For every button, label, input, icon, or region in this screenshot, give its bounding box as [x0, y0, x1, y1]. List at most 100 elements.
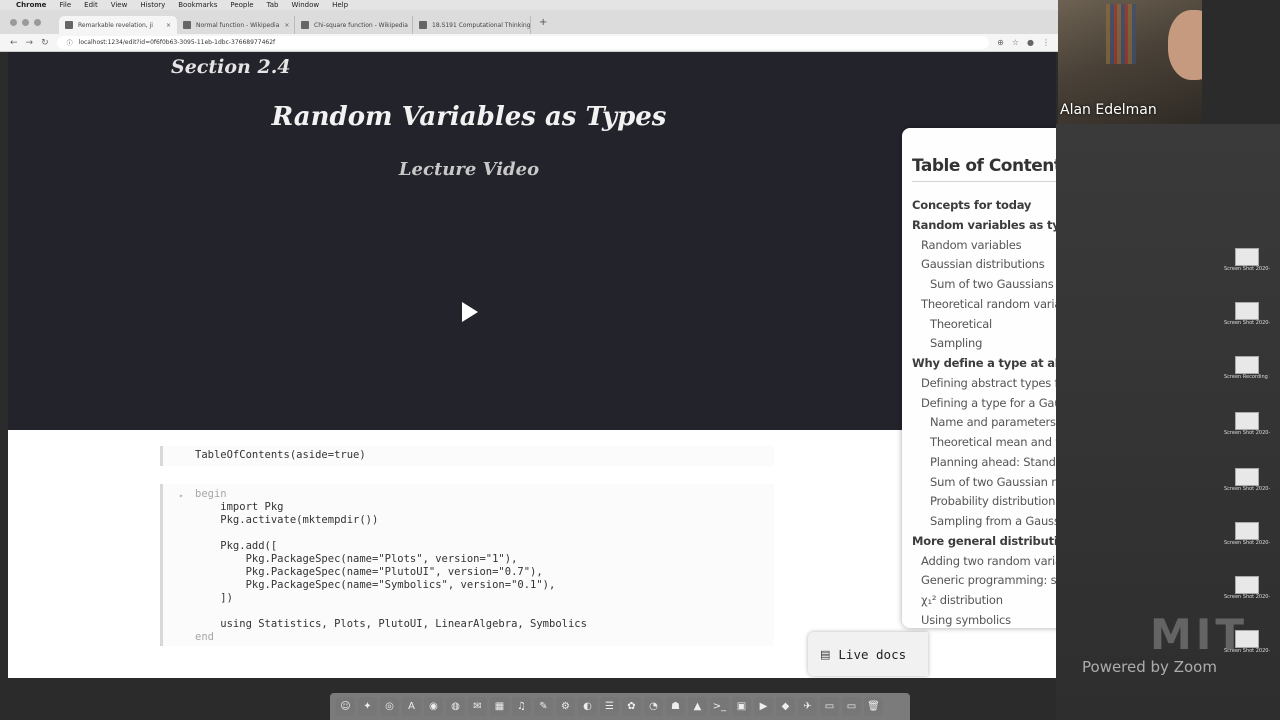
zoom-app-icon[interactable]: ▶: [754, 697, 773, 716]
webex-icon[interactable]: ◔: [644, 697, 663, 716]
folder-icon[interactable]: ▭: [842, 697, 861, 716]
menu-help[interactable]: Help: [332, 1, 348, 9]
new-tab-icon[interactable]: +: [539, 17, 547, 28]
tab-favicon: [183, 21, 191, 29]
code-line: using Statistics, Plots, PlutoUI, Linear…: [195, 618, 587, 630]
toc-item[interactable]: Theoretical: [930, 317, 992, 331]
menu-tab[interactable]: Tab: [267, 1, 279, 9]
safari-icon[interactable]: ◎: [380, 697, 399, 716]
file-caption: Screen Shot 2020-10...8.03 AM: [1224, 430, 1270, 436]
folder-icon[interactable]: ▭: [820, 697, 839, 716]
toc-item[interactable]: χ₁² distribution: [921, 593, 1003, 607]
menu-app-name[interactable]: Chrome: [16, 1, 46, 9]
desktop-file-icon[interactable]: Screen Shot 2020-10...8.24 AM: [1224, 302, 1270, 342]
live-docs-label: Live docs: [838, 646, 907, 662]
info-icon[interactable]: ⓘ: [67, 38, 73, 47]
code-line: begin: [195, 488, 227, 500]
toc-item[interactable]: Sum of two Gaussians: [930, 277, 1054, 291]
video-subtitle: Lecture Video: [398, 159, 540, 180]
app-icon[interactable]: ✈: [798, 697, 817, 716]
back-icon[interactable]: ←: [10, 38, 18, 48]
app-icon[interactable]: ✉: [468, 697, 487, 716]
app-icon[interactable]: ✿: [622, 697, 641, 716]
toc-item[interactable]: Sampling: [930, 336, 982, 350]
profile-icon[interactable]: ●: [1027, 38, 1034, 47]
reload-icon[interactable]: ↻: [41, 38, 49, 48]
menu-file[interactable]: File: [59, 1, 71, 9]
file-caption: Screen Shot 2020-10...8.24 AM: [1224, 266, 1270, 272]
desktop-file-icon[interactable]: Screen Shot 2020-10...1.58 AM: [1224, 468, 1270, 508]
tab-close-icon[interactable]: ×: [166, 22, 171, 29]
browser-tab[interactable]: 18.S191 Computational Thinking ×: [413, 16, 531, 34]
file-caption: Screen Shot 2020-10...8.31 AM: [1224, 540, 1270, 546]
firefox-icon[interactable]: ◉: [424, 697, 443, 716]
app-icon[interactable]: ⚙: [556, 697, 575, 716]
toc-item[interactable]: Gaussian distributions: [921, 257, 1045, 271]
browser-menu-icon[interactable]: ⋮: [1042, 38, 1050, 47]
launchpad-icon[interactable]: ✦: [358, 697, 377, 716]
browser-tab[interactable]: Remarkable revelation, ji ×: [59, 16, 177, 34]
app-icon[interactable]: ▦: [490, 697, 509, 716]
desktop-file-icon[interactable]: Screen Shot 2020-10...8.24 AM: [1224, 248, 1270, 288]
app-icon[interactable]: ♫: [512, 697, 531, 716]
toc-item[interactable]: Name and parameters: [930, 415, 1056, 429]
toc-item[interactable]: Concepts for today: [912, 198, 1031, 212]
menu-view[interactable]: View: [111, 1, 128, 9]
desktop-file-icon[interactable]: Screen Shot 2020-10...8.31 AM: [1224, 522, 1270, 562]
lecture-video-cell[interactable]: Section 2.4 Random Variables as Types Le…: [8, 52, 1056, 430]
address-bar[interactable]: ⓘ localhost:1234/edit?id=0f6f0b63-3095-1…: [56, 36, 990, 49]
finder-icon[interactable]: ☺: [336, 697, 355, 716]
toc-title: Table of Contents: [912, 156, 1072, 176]
desktop-file-icon[interactable]: Screen Recording 2020-10...AM.mov: [1224, 356, 1270, 396]
trash-icon[interactable]: 🗑: [864, 697, 883, 716]
desktop-file-icon[interactable]: Screen Shot 2020-10...8.03 AM: [1224, 412, 1270, 452]
toc-item[interactable]: Using symbolics: [921, 613, 1011, 627]
code-cell-toc[interactable]: TableOfContents(aside=true): [160, 446, 774, 466]
bookmark-star-icon[interactable]: ☆: [1012, 38, 1019, 47]
browser-tab-bar: Remarkable revelation, ji × Normal funct…: [0, 10, 1060, 34]
toc-item[interactable]: Why define a type at all?: [912, 356, 1069, 370]
app-icon[interactable]: A: [402, 697, 421, 716]
toc-item[interactable]: Generic programming: sum: [921, 573, 1075, 587]
tab-label: 18.S191 Computational Thinking: [432, 21, 531, 29]
menu-window[interactable]: Window: [291, 1, 319, 9]
app-icon[interactable]: ▣: [732, 697, 751, 716]
close-window-button[interactable]: [10, 18, 17, 26]
app-icon[interactable]: ✎: [534, 697, 553, 716]
browser-toolbar: ← → ↻ ⓘ localhost:1234/edit?id=0f6f0b63-…: [0, 34, 1060, 52]
live-docs-button[interactable]: ▤ Live docs: [808, 632, 928, 676]
window-controls: [10, 18, 41, 26]
tab-close-icon[interactable]: ×: [284, 22, 289, 29]
file-thumbnail: [1235, 576, 1259, 594]
browser-tab[interactable]: Chi-square function - Wikipedia ×: [295, 16, 413, 34]
play-icon[interactable]: [462, 302, 478, 322]
fold-icon[interactable]: ▸: [179, 491, 184, 500]
menu-history[interactable]: History: [140, 1, 165, 9]
file-thumbnail: [1235, 248, 1259, 266]
browser-tab[interactable]: Normal function - Wikipedia ×: [177, 16, 295, 34]
file-thumbnail: [1235, 412, 1259, 430]
zoom-window-button[interactable]: [34, 18, 41, 26]
section-heading: Section 2.4: [171, 56, 291, 78]
url-text: localhost:1234/edit?id=0f6f0b63-3095-11e…: [78, 39, 276, 46]
app-icon[interactable]: ◐: [578, 697, 597, 716]
zoom-icon[interactable]: ⊕: [997, 38, 1004, 47]
toc-item[interactable]: More general distributions: [912, 534, 1080, 548]
menu-bookmarks[interactable]: Bookmarks: [178, 1, 217, 9]
forward-icon[interactable]: →: [26, 38, 34, 48]
menu-edit[interactable]: Edit: [84, 1, 98, 9]
bookshelf-image: [1106, 4, 1136, 64]
menu-people[interactable]: People: [230, 1, 253, 9]
terminal-icon[interactable]: >_: [710, 697, 729, 716]
app-icon[interactable]: ▲: [688, 697, 707, 716]
code-cell-packages[interactable]: ▸ begin import Pkg Pkg.activate(mktempdi…: [160, 484, 774, 646]
app-icon[interactable]: ☰: [600, 697, 619, 716]
code-line: TableOfContents(aside=true): [195, 449, 366, 461]
code-line: Pkg.add([: [195, 540, 278, 552]
minimize-window-button[interactable]: [22, 18, 29, 26]
app-icon[interactable]: ◆: [776, 697, 795, 716]
tab-favicon: [419, 21, 427, 29]
toc-item[interactable]: Random variables: [921, 238, 1022, 252]
chrome-icon[interactable]: ◍: [446, 697, 465, 716]
github-icon[interactable]: ☗: [666, 697, 685, 716]
